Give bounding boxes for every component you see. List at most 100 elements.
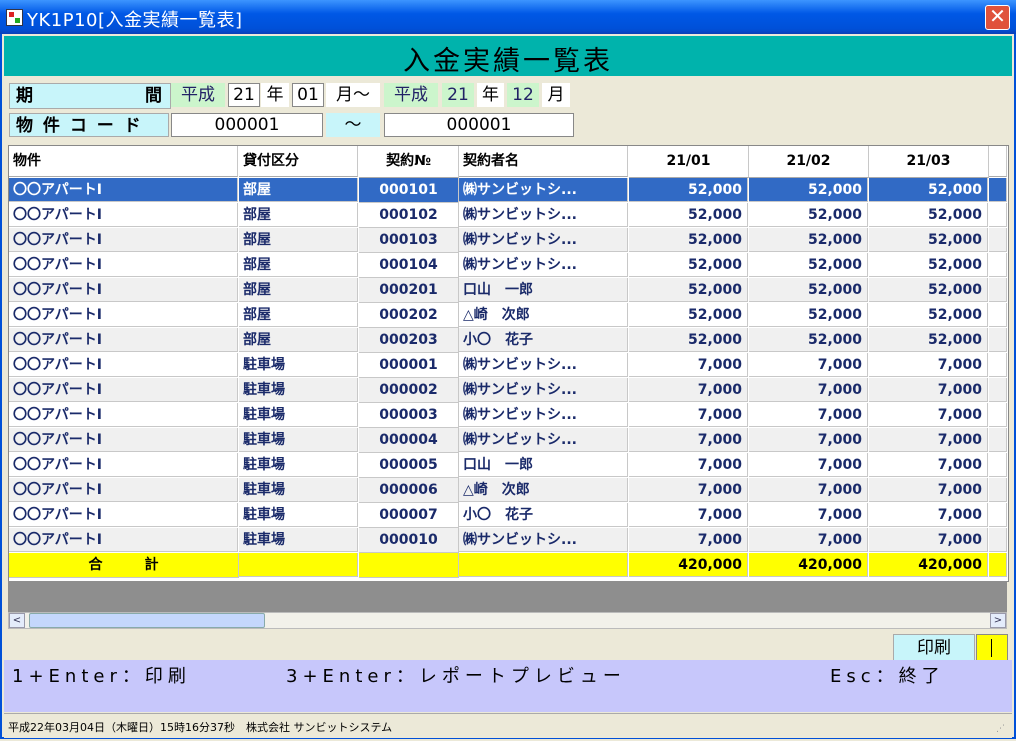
- col-lease-type-cell: 部屋: [239, 303, 358, 327]
- scroll-thumb[interactable]: [29, 613, 265, 628]
- total-value: 420,000: [629, 553, 748, 577]
- table-row[interactable]: 〇〇アパートⅠ 部屋 000203 小〇 花子 52,000 52,000 52,000: [9, 328, 1008, 353]
- col-lease-type-cell: 部屋: [239, 278, 358, 302]
- col-contract-no-cell: 000004: [359, 428, 459, 453]
- grid-header-row[interactable]: 物件 貸付区分 契約№ 契約者名 21/01 21/02 21/03: [9, 146, 1008, 178]
- col-month-1-cell: 7,000: [629, 378, 748, 402]
- table-row[interactable]: 〇〇アパートⅠ 駐車場 000007 小〇 花子 7,000 7,000 7,000: [9, 503, 1008, 528]
- print-input[interactable]: [976, 634, 1008, 662]
- table-row[interactable]: 〇〇アパートⅠ 駐車場 000002 ㈱サンビットシ... 7,000 7,000 7,00…: [9, 378, 1008, 403]
- fkey-preview: 3+Enter：レポートプレビュー: [286, 666, 626, 687]
- table-row[interactable]: 〇〇アパートⅠ 駐車場 000010 ㈱サンビットシ... 7,000 7,000 7,00…: [9, 528, 1008, 553]
- to-year-char: 年: [477, 83, 504, 107]
- table-row[interactable]: 〇〇アパートⅠ 部屋 000103 ㈱サンビットシ... 52,000 52,000 52,…: [9, 228, 1008, 253]
- col-contractor-cell: ㈱サンビットシ...: [459, 528, 628, 552]
- col-month-1-cell: 7,000: [629, 503, 748, 527]
- col-month-1-cell: 52,000: [629, 253, 748, 277]
- fkey-print: 1+Enter：印刷: [12, 666, 191, 687]
- col-lease-type-header[interactable]: 貸付区分: [239, 146, 358, 177]
- to-year-input[interactable]: 21: [442, 83, 474, 107]
- col-filler-cell: [989, 228, 1007, 252]
- table-row[interactable]: 〇〇アパートⅠ 駐車場 000001 ㈱サンビットシ... 7,000 7,000 7,00…: [9, 353, 1008, 378]
- col-month-1-cell: 52,000: [629, 278, 748, 302]
- resize-grip-icon[interactable]: ⋰: [996, 724, 1008, 736]
- code-to-input[interactable]: 000001: [384, 113, 574, 137]
- col-month-2-cell: 52,000: [749, 253, 868, 277]
- col-property-cell: 〇〇アパートⅠ: [9, 278, 238, 302]
- col-month-3-cell: 7,000: [869, 503, 988, 527]
- app-icon[interactable]: [6, 9, 23, 26]
- col-lease-type-cell: 部屋: [239, 328, 358, 352]
- table-row[interactable]: 〇〇アパートⅠ 部屋 000102 ㈱サンビットシ... 52,000 52,000 52,…: [9, 203, 1008, 228]
- col-property-cell: 〇〇アパートⅠ: [9, 228, 238, 252]
- table-row[interactable]: 〇〇アパートⅠ 部屋 000201 口山 一郎 52,000 52,000 52,000: [9, 278, 1008, 303]
- col-lease-type-cell: [239, 553, 358, 577]
- col-contract-no-cell: 000002: [359, 378, 459, 403]
- col-filler-cell: [989, 553, 1007, 577]
- col-contractor-cell: ㈱サンビットシ...: [459, 353, 628, 377]
- from-era: 平成: [171, 83, 225, 107]
- col-month-2-header[interactable]: 21/02: [749, 146, 869, 178]
- col-month-1-cell: 52,000: [629, 228, 748, 252]
- scroll-left-arrow[interactable]: <: [9, 613, 25, 628]
- code-from-input[interactable]: 000001: [171, 113, 323, 137]
- results-grid[interactable]: 物件 貸付区分 契約№ 契約者名 21/01 21/02 21/03 〇〇アパートⅠ 部屋 000…: [8, 145, 1009, 582]
- col-month-3-header[interactable]: 21/03: [869, 146, 989, 178]
- window-title: YK1P10[入金実績一覧表]: [27, 10, 243, 31]
- col-filler-cell: [989, 478, 1007, 502]
- col-month-1-header[interactable]: 21/01: [629, 146, 749, 178]
- page-title: 入金実績一覧表: [403, 46, 613, 77]
- col-filler-cell: [989, 403, 1007, 427]
- col-month-3-cell: 7,000: [869, 378, 988, 402]
- col-property-header[interactable]: 物件: [9, 146, 238, 177]
- to-month-input[interactable]: 12: [507, 83, 539, 107]
- col-month-3-cell: 7,000: [869, 453, 988, 477]
- col-lease-type-cell: 駐車場: [239, 378, 358, 402]
- col-month-3-cell: 52,000: [869, 228, 988, 252]
- col-contractor-cell: 口山 一郎: [459, 453, 628, 477]
- period-label: 期 間: [9, 83, 171, 109]
- col-contract-no-cell: 000202: [359, 303, 459, 328]
- period-label-end: 間: [145, 86, 162, 106]
- col-property-cell: 〇〇アパートⅠ: [9, 178, 238, 202]
- total-row[interactable]: 合 計 420,000 420,000 420,000: [9, 553, 1008, 578]
- table-row[interactable]: 〇〇アパートⅠ 駐車場 000004 ㈱サンビットシ... 7,000 7,000 7,00…: [9, 428, 1008, 453]
- col-property-cell: 〇〇アパートⅠ: [9, 328, 238, 352]
- col-contractor-cell: 小〇 花子: [459, 503, 628, 527]
- col-month-1-cell: 7,000: [629, 353, 748, 377]
- col-month-3-cell: 52,000: [869, 328, 988, 352]
- col-filler-header[interactable]: [989, 146, 1007, 177]
- col-lease-type-cell: 駐車場: [239, 503, 358, 527]
- col-month-1-cell: 7,000: [629, 403, 748, 427]
- col-property-cell: 〇〇アパートⅠ: [9, 403, 238, 427]
- col-month-1-cell: 52,000: [629, 178, 748, 202]
- scroll-right-arrow[interactable]: >: [990, 613, 1006, 628]
- col-contract-no-cell: 000001: [359, 353, 459, 378]
- table-row[interactable]: 〇〇アパートⅠ 駐車場 000003 ㈱サンビットシ... 7,000 7,000 7,00…: [9, 403, 1008, 428]
- col-month-3-cell: 7,000: [869, 403, 988, 427]
- col-contract-no-cell: 000003: [359, 403, 459, 428]
- table-row[interactable]: 〇〇アパートⅠ 部屋 000104 ㈱サンビットシ... 52,000 52,000 52,…: [9, 253, 1008, 278]
- table-row[interactable]: 〇〇アパートⅠ 駐車場 000006 △崎 次郎 7,000 7,000 7,000: [9, 478, 1008, 503]
- col-month-3-cell: 7,000: [869, 353, 988, 377]
- col-contract-no-cell: 000010: [359, 528, 459, 553]
- col-property-cell: 〇〇アパートⅠ: [9, 478, 238, 502]
- table-row[interactable]: 〇〇アパートⅠ 部屋 000202 △崎 次郎 52,000 52,000 52,000: [9, 303, 1008, 328]
- col-filler-cell: [989, 328, 1007, 352]
- col-lease-type-cell: 部屋: [239, 178, 358, 202]
- close-button[interactable]: ✕: [985, 5, 1010, 30]
- title-bar[interactable]: YK1P10[入金実績一覧表] ✕: [0, 0, 1016, 34]
- from-year-input[interactable]: 21: [228, 83, 260, 107]
- col-contract-no-header[interactable]: 契約№: [359, 146, 459, 178]
- col-month-2-cell: 7,000: [749, 478, 868, 502]
- table-row[interactable]: 〇〇アパートⅠ 駐車場 000005 口山 一郎 7,000 7,000 7,000: [9, 453, 1008, 478]
- col-filler-cell: [989, 528, 1007, 552]
- col-contract-no-cell: 000201: [359, 278, 459, 303]
- col-contract-no-cell: 000203: [359, 328, 459, 353]
- horizontal-scrollbar[interactable]: < >: [8, 612, 1007, 629]
- from-month-input[interactable]: 01: [292, 83, 324, 107]
- col-month-2-cell: 7,000: [749, 403, 868, 427]
- col-contract-no-cell: 000101: [359, 178, 459, 203]
- table-row[interactable]: 〇〇アパートⅠ 部屋 000101 ㈱サンビットシ... 52,000 52,000 52,…: [9, 178, 1008, 203]
- col-contractor-header[interactable]: 契約者名: [459, 146, 628, 177]
